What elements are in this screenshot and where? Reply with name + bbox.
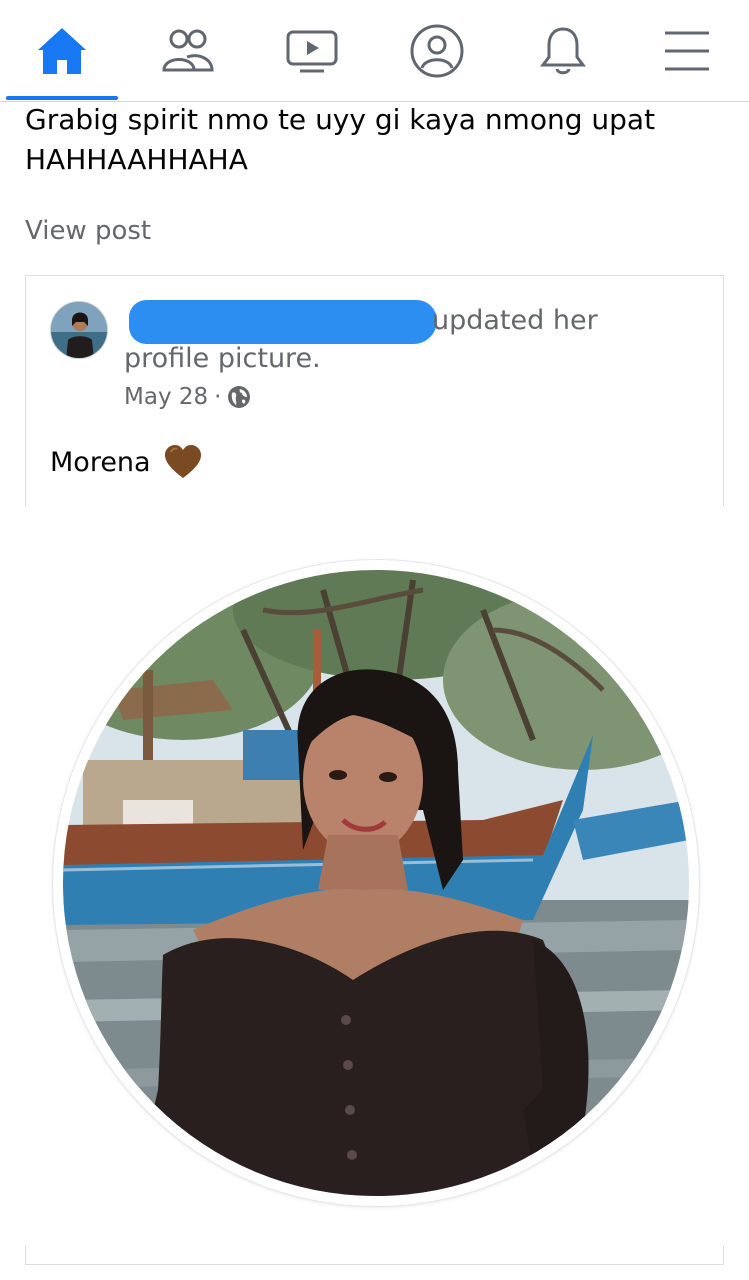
post-caption: Morena <box>50 444 203 480</box>
post-date[interactable]: May 28 <box>124 384 208 410</box>
nav-friends[interactable] <box>152 18 222 84</box>
nav-menu[interactable] <box>652 18 722 84</box>
brown-heart-icon <box>164 445 201 478</box>
shared-post-header: updated her profile picture. May 28 · Mo… <box>26 276 723 506</box>
top-navigation-bar <box>0 0 749 102</box>
nav-watch[interactable] <box>277 18 347 84</box>
profile-icon <box>410 24 464 78</box>
post-text: Grabig spirit nmo te uyy gi kaya nmong u… <box>25 103 656 176</box>
nav-home[interactable] <box>27 18 97 84</box>
post-meta: May 28 · <box>124 384 251 410</box>
shared-post-card[interactable]: updated her profile picture. May 28 · Mo… <box>1 275 749 1265</box>
watch-icon <box>286 30 338 73</box>
profile-picture-photo <box>63 570 689 1196</box>
nav-notifications[interactable] <box>528 18 598 84</box>
menu-icon <box>665 31 709 71</box>
profile-picture-frame[interactable] <box>53 560 699 1206</box>
view-post-link[interactable]: View post <box>25 216 151 246</box>
nav-profile[interactable] <box>402 18 472 84</box>
profile-picture-area <box>1 506 749 1246</box>
globe-icon <box>228 386 251 408</box>
meta-separator: · <box>214 384 222 410</box>
caption-text: Morena <box>50 446 151 478</box>
home-icon <box>38 28 86 74</box>
notifications-bell-icon <box>540 27 586 75</box>
update-action-text: updated her profile picture. <box>124 305 598 374</box>
avatar[interactable] <box>50 301 108 359</box>
friends-icon <box>162 29 214 72</box>
